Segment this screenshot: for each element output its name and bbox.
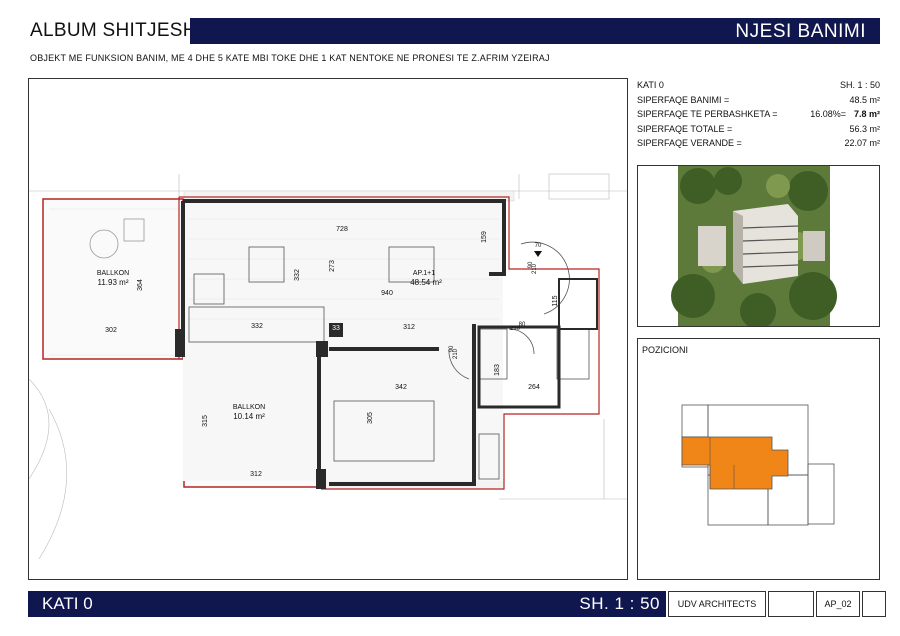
dim-364: 364 <box>137 279 144 291</box>
unit-type-title: NJESI BANIMI <box>735 21 866 42</box>
dim-332b: 332 <box>294 269 301 281</box>
project-subtitle: OBJEKT ME FUNKSION BANIM, ME 4 DHE 5 KAT… <box>30 53 550 63</box>
info-row-label: SIPERFAQE BANIMI = <box>637 94 730 105</box>
position-diagram <box>681 404 835 526</box>
footer-sheet: AP_02 <box>816 591 860 617</box>
area-info-table: KATI 0 SH. 1 : 50 SIPERFAQE BANIMI = 48.… <box>637 78 880 151</box>
dim-312b: 312 <box>250 471 262 478</box>
dim-302: 302 <box>105 327 117 334</box>
floor-plan-drawing: BALLKON 11.93 m² BALLKON 10.14 m² AP.1+1… <box>29 173 627 560</box>
dim-312a: 312 <box>403 324 415 331</box>
dim-332a: 332 <box>251 323 263 330</box>
balcony2-area: 10.14 m² <box>233 412 265 421</box>
header-bar: NJESI BANIMI <box>190 18 880 44</box>
dim-115: 115 <box>552 295 559 306</box>
info-row-label: SIPERFAQE TE PERBASHKETA = <box>637 109 778 119</box>
balcony1-area: 11.93 m² <box>98 278 129 287</box>
footer-blank-box <box>862 591 886 617</box>
info-row: SIPERFAQE VERANDE = 22.07 m² <box>637 136 880 151</box>
dim-264: 264 <box>528 384 540 391</box>
footer-blank-box <box>768 591 814 617</box>
footer-firm: UDV ARCHITECTS <box>668 591 766 617</box>
info-row: SIPERFAQE TE PERBASHKETA = 16.08%= 7.8 m… <box>637 107 880 122</box>
dim-90b: 90 <box>449 345 455 352</box>
info-row-mid: 16.08%= <box>810 109 846 119</box>
footer-scale: SH. 1 : 50 <box>579 594 660 613</box>
dim-342: 342 <box>395 384 407 391</box>
dim-315: 315 <box>202 415 209 427</box>
info-floor: KATI 0 <box>637 80 664 90</box>
dim-33: 33 <box>332 325 340 332</box>
position-panel: POZICIONI <box>637 338 880 580</box>
info-header-row: KATI 0 SH. 1 : 50 <box>637 78 880 93</box>
balcony2-name: BALLKON <box>233 404 265 411</box>
dim-159: 159 <box>481 231 488 243</box>
building-render-image <box>671 166 837 329</box>
footer-bar: KATI 0 SH. 1 : 50 <box>28 591 666 617</box>
dim-80: 80 <box>519 322 526 328</box>
dim-70: 70 <box>535 243 542 249</box>
dim-183: 183 <box>494 364 501 376</box>
apartment-area: 48.54 m² <box>410 278 442 287</box>
floor-plan-panel: BALLKON 11.93 m² BALLKON 10.14 m² AP.1+1… <box>28 78 628 580</box>
dim-305: 305 <box>367 412 374 424</box>
info-row-value: 56.3 m² <box>849 123 880 134</box>
info-row-value: 7.8 m² <box>853 109 880 119</box>
info-row-label: SIPERFAQE VERANDE = <box>637 138 742 148</box>
dim-90a: 90 <box>528 261 534 268</box>
info-row-label: SIPERFAQE TOTALE = <box>637 123 733 134</box>
building-render-frame <box>637 165 880 329</box>
dim-940: 940 <box>381 290 393 297</box>
apartment-name: AP.1+1 <box>413 270 435 277</box>
dim-728: 728 <box>336 226 348 233</box>
album-title: ALBUM SHITJESH <box>30 20 197 41</box>
dim-273: 273 <box>329 260 336 272</box>
info-row: SIPERFAQE BANIMI = 48.5 m² <box>637 93 880 108</box>
info-row-value: 22.07 m² <box>844 138 880 148</box>
info-row-value: 48.5 m² <box>849 94 880 105</box>
info-row: SIPERFAQE TOTALE = 56.3 m² <box>637 122 880 137</box>
balcony1-name: BALLKON <box>97 270 129 277</box>
footer-floor: KATI 0 <box>42 594 93 613</box>
position-label: POZICIONI <box>642 345 689 355</box>
info-scale: SH. 1 : 50 <box>839 80 880 90</box>
